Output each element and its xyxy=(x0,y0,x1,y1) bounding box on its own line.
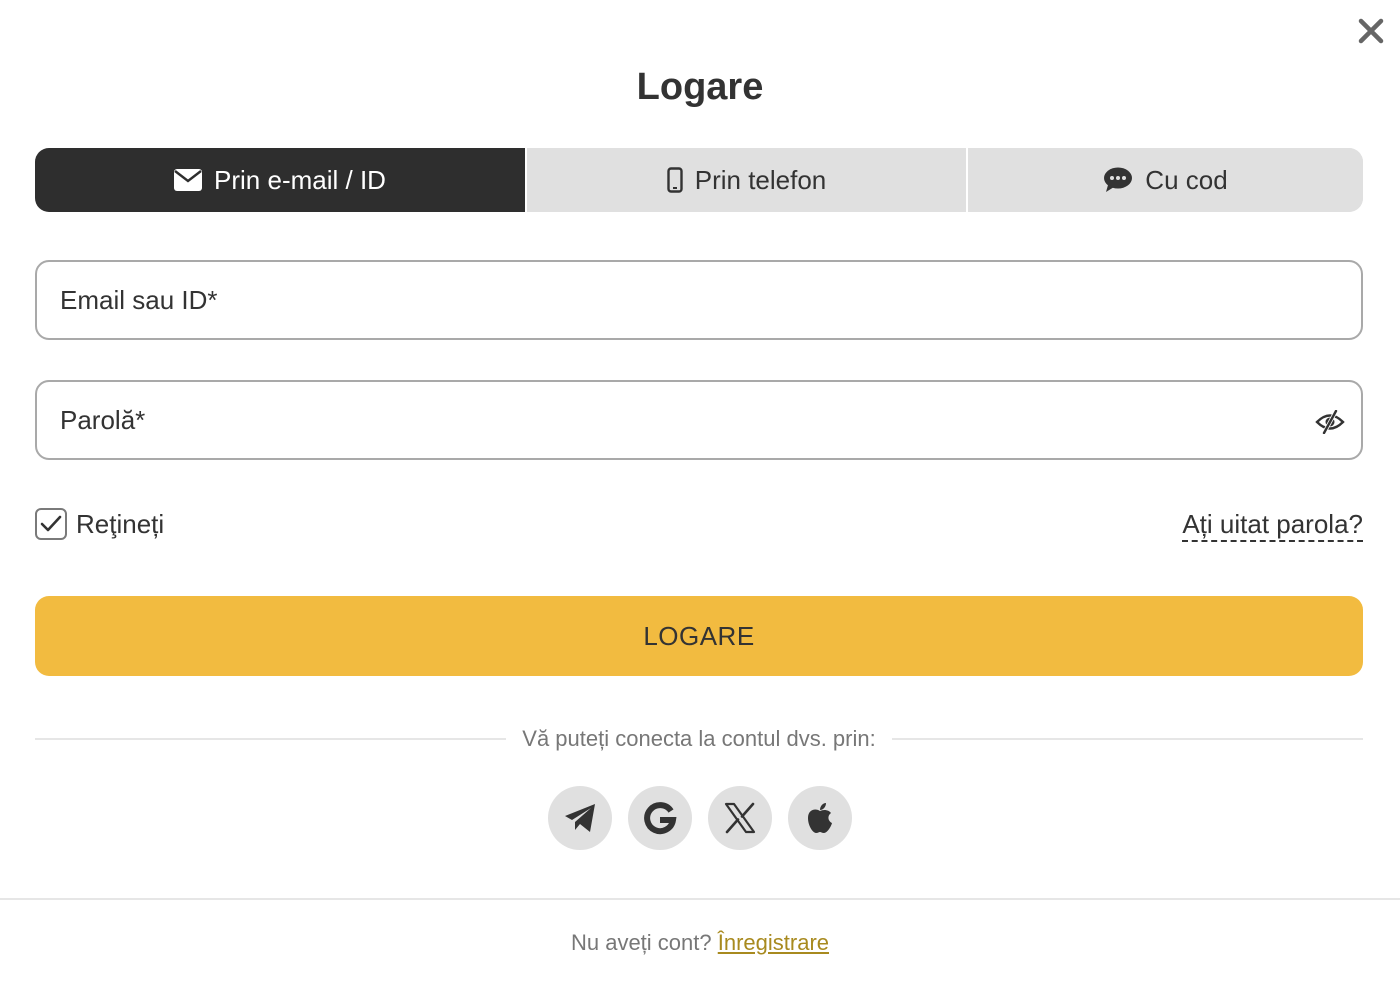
tab-phone[interactable]: Prin telefon xyxy=(525,148,966,212)
google-icon xyxy=(644,802,677,835)
x-login-button[interactable] xyxy=(708,786,772,850)
social-divider: Vă puteți conecta la contul dvs. prin: xyxy=(35,722,1363,756)
remember-checkbox[interactable] xyxy=(35,508,67,540)
mobile-phone-icon xyxy=(667,167,683,193)
footer-divider xyxy=(0,898,1400,900)
password-field-wrapper xyxy=(35,380,1363,460)
register-link[interactable]: Înregistrare xyxy=(718,930,829,955)
tab-code[interactable]: Cu cod xyxy=(966,148,1363,212)
remember-label: Reţineți xyxy=(76,508,165,539)
forgot-password-link[interactable]: Ați uitat parola? xyxy=(1182,508,1363,542)
envelope-icon xyxy=(174,169,203,191)
checkmark-icon xyxy=(40,515,62,532)
modal-title: Logare xyxy=(636,66,764,108)
close-button[interactable] xyxy=(1354,14,1388,48)
telegram-icon xyxy=(565,804,595,832)
close-icon xyxy=(1358,18,1384,44)
no-account-text: Nu aveți cont? xyxy=(570,930,712,955)
social-login-buttons xyxy=(0,786,1400,850)
chat-bubble-icon xyxy=(1103,167,1133,193)
divider-line-left xyxy=(35,738,507,740)
password-input[interactable] xyxy=(37,382,1361,458)
remember-me[interactable]: Reţineți xyxy=(35,506,164,542)
email-field-wrapper xyxy=(35,260,1363,340)
tab-code-label: Cu cod xyxy=(1145,164,1228,195)
google-login-button[interactable] xyxy=(628,786,692,850)
password-visibility-toggle[interactable] xyxy=(1313,405,1347,439)
apple-login-button[interactable] xyxy=(788,786,852,850)
tab-phone-label: Prin telefon xyxy=(694,164,827,195)
email-input[interactable] xyxy=(37,262,1361,338)
login-method-tabs: Prin e-mail / ID Prin telefon Cu cod xyxy=(35,148,1363,212)
x-icon xyxy=(724,802,756,834)
footer: Nu aveți cont? Înregistrare xyxy=(0,930,1400,956)
tab-email[interactable]: Prin e-mail / ID xyxy=(35,148,525,212)
social-divider-text: Vă puteți conecta la contul dvs. prin: xyxy=(522,726,876,751)
eye-slash-icon xyxy=(1315,410,1345,434)
telegram-login-button[interactable] xyxy=(548,786,612,850)
login-modal: Logare Prin e-mail / ID Prin telefon Cu … xyxy=(0,0,1400,988)
divider-line-right xyxy=(891,738,1363,740)
login-submit-button[interactable]: LOGARE xyxy=(35,596,1363,676)
tab-email-label: Prin e-mail / ID xyxy=(214,164,386,195)
apple-icon xyxy=(808,803,832,833)
